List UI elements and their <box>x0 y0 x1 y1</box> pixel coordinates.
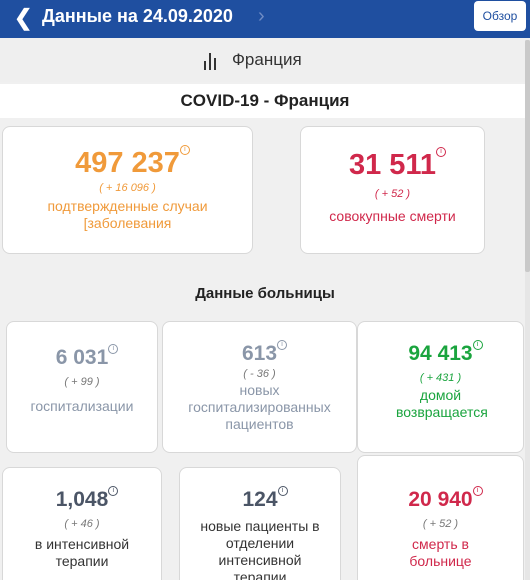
top-bar: ❮ Данные на 24.09.2020 › Обзор <box>0 0 530 38</box>
hospital-deaths-delta: ( + 52 ) <box>422 518 459 530</box>
info-icon[interactable]: i <box>277 340 288 350</box>
covid-section-title: COVID-19 - Франция <box>0 84 530 118</box>
new-icu-label: новые пациенты в отделении интенсивной т… <box>200 518 320 580</box>
deaths-delta: ( + 52 ) <box>374 188 411 200</box>
icu-delta: ( + 46 ) <box>64 518 100 530</box>
new-hospitalized-label: новых госпитализированных пациентов <box>188 382 331 432</box>
info-icon[interactable]: i <box>277 486 288 496</box>
returned-home-delta: ( + 431 ) <box>419 372 462 384</box>
hospital-section-title: Данные больницы <box>195 285 335 302</box>
deaths-value: 31 511 i <box>349 147 447 182</box>
hospitalizations-card: 6 031 i ( + 99 ) госпитализации <box>6 321 158 453</box>
icu-label: в интенсивной терапии <box>34 536 130 569</box>
overview-button[interactable]: Обзор <box>474 1 526 31</box>
page-title: Данные на 24.09.2020 <box>42 6 233 26</box>
info-icon[interactable]: i <box>472 340 483 350</box>
scrollbar[interactable] <box>525 40 530 580</box>
deaths-label: совокупные смерти <box>329 208 456 224</box>
scroll-thumb[interactable] <box>525 40 530 272</box>
new-hospitalized-value: 613 i <box>242 340 288 366</box>
returned-home-value: 94 413 i <box>408 340 483 366</box>
returned-home-card: 94 413 i ( + 431 ) домой возвращается <box>357 321 524 453</box>
cases-value: 497 237 i <box>75 145 190 180</box>
chevron-left-icon[interactable]: ❮ <box>14 5 32 31</box>
info-icon[interactable]: i <box>108 344 119 354</box>
cases-delta: ( + 16 096 ) <box>99 182 156 194</box>
info-icon[interactable]: i <box>472 486 483 496</box>
new-hospitalized-card: 613 i ( - 36 ) новых госпитализированных … <box>162 321 357 453</box>
hospital-deaths-card: 20 940 i ( + 52 ) смерть в больнице <box>357 455 524 580</box>
hospitalizations-value: 6 031 i <box>56 344 119 370</box>
cases-card: 497 237 i ( + 16 096 ) подтвержденные слу… <box>2 126 253 254</box>
new-icu-value: 124 i <box>242 486 288 512</box>
icu-value: 1,048 i <box>56 486 119 512</box>
deaths-card: 31 511 i ( + 52 ) совокупные смерти <box>300 126 485 254</box>
hospitalizations-label: госпитализации <box>30 398 134 414</box>
bar-chart-icon <box>204 52 218 70</box>
icu-card: 1,048 i ( + 46 ) в интенсивной терапии <box>2 467 162 580</box>
hospital-deaths-value: 20 940 i <box>408 486 483 512</box>
returned-home-label: домой возвращается <box>396 387 488 420</box>
new-hospitalized-delta: ( - 36 ) <box>243 368 276 380</box>
info-icon[interactable]: i <box>108 486 119 496</box>
hospital-deaths-label: смерть в больнице <box>409 536 472 569</box>
chevron-right-icon[interactable]: › <box>258 5 265 28</box>
country-name[interactable]: Франция <box>232 50 302 70</box>
hospitalizations-delta: ( + 99 ) <box>64 376 100 388</box>
new-icu-card: 124 i новые пациенты в отделении интенсив… <box>179 467 341 580</box>
cases-label: подтвержденные случаи [заболевания <box>47 198 208 231</box>
info-icon[interactable]: i <box>436 147 447 157</box>
info-icon[interactable]: i <box>179 145 190 155</box>
